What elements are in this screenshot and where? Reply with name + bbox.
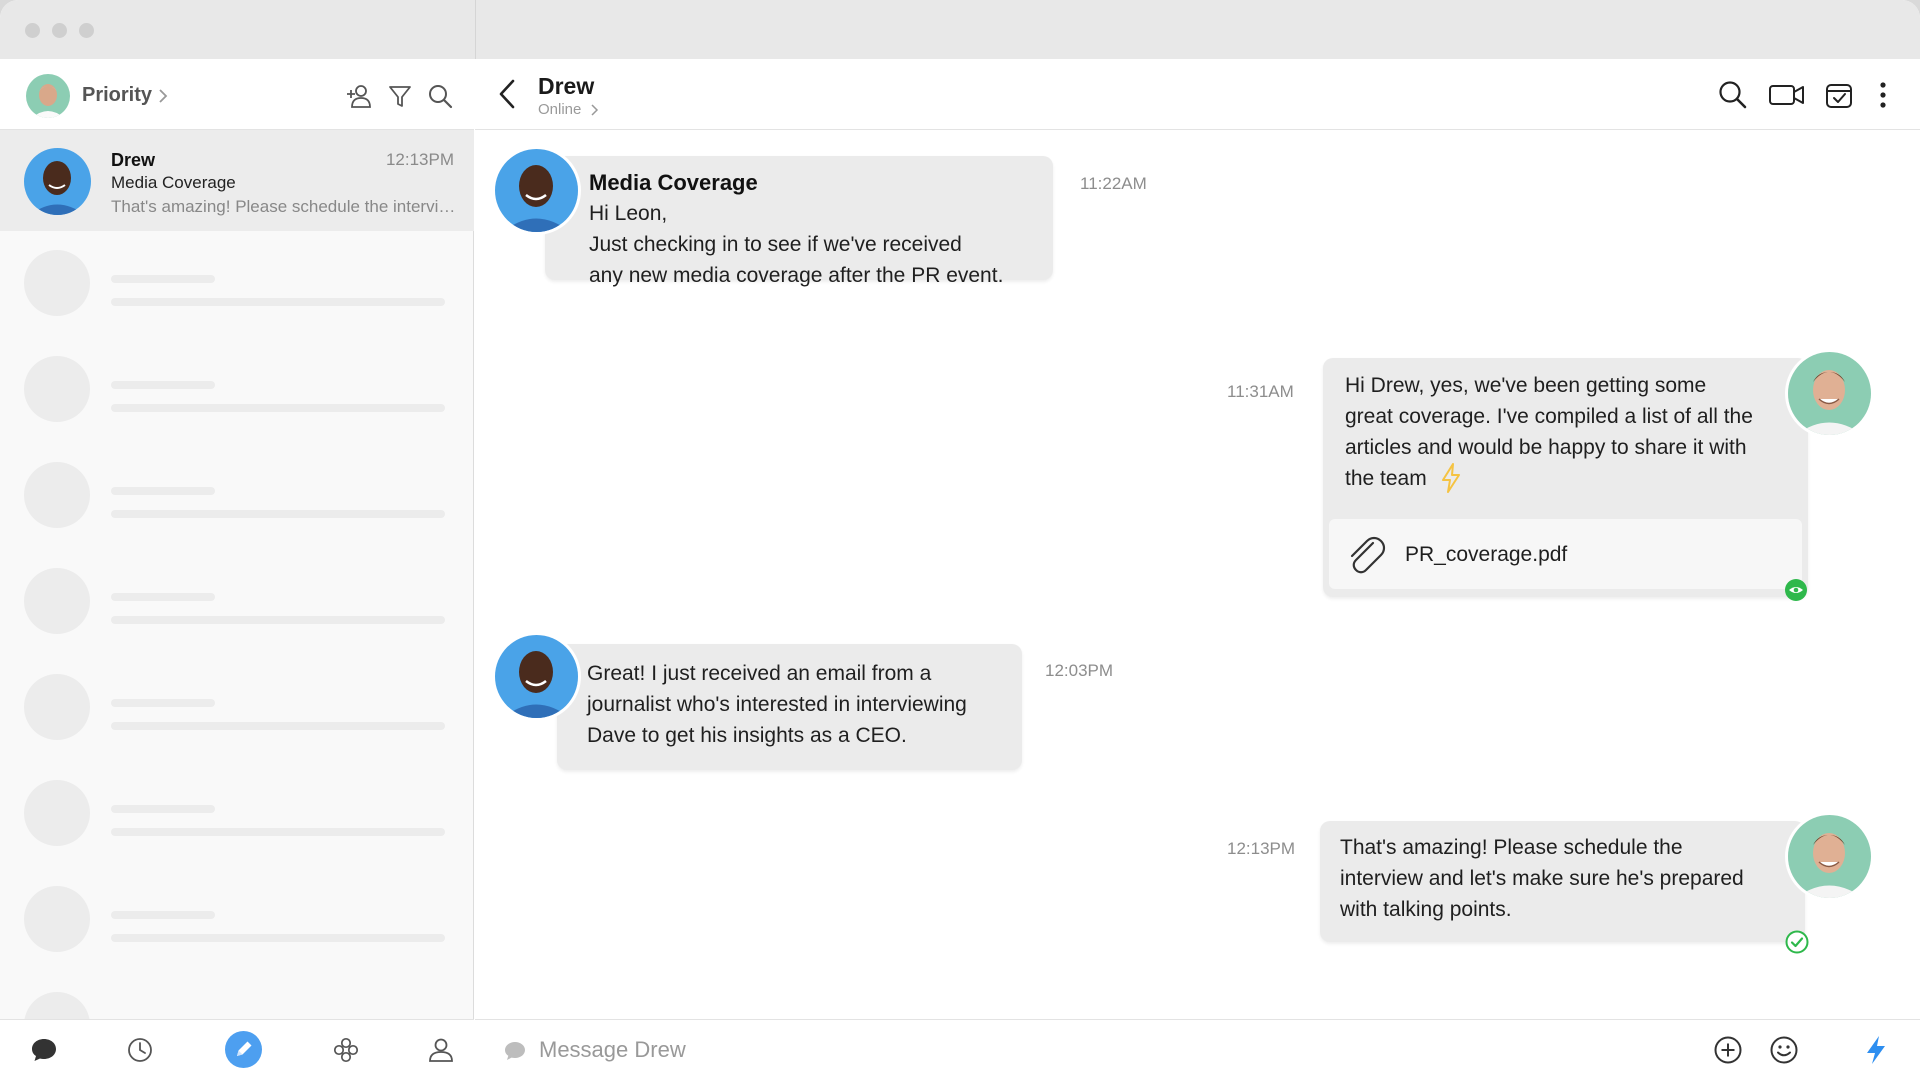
leon-avatar[interactable] (1785, 812, 1874, 901)
filter-icon[interactable] (387, 83, 413, 109)
chat-bubble-icon[interactable] (28, 1034, 60, 1066)
emoji-icon[interactable] (1768, 1034, 1800, 1066)
search-icon[interactable] (427, 83, 453, 109)
conversation-time: 12:13PM (385, 150, 454, 169)
message-line: interview and let's make sure he's prepa… (1340, 867, 1744, 890)
message-bubble-outgoing[interactable]: That's amazing! Please schedule the inte… (1320, 821, 1805, 942)
drew-avatar[interactable] (492, 146, 581, 235)
history-clock-icon[interactable] (124, 1034, 156, 1066)
seen-eye-icon (1785, 579, 1807, 601)
message-line: great coverage. I've compiled a list of … (1345, 405, 1753, 428)
apps-icon[interactable] (330, 1034, 362, 1066)
message-bubble-incoming[interactable]: Great! I just received an email from a j… (557, 644, 1022, 770)
pencil-icon (237, 1041, 252, 1056)
title-bar (0, 0, 1920, 59)
conversation-placeholder (0, 873, 474, 979)
conversation-item-drew[interactable]: Drew 12:13PM Media Coverage That's amazi… (0, 130, 474, 231)
contact-name[interactable]: Drew (538, 73, 594, 100)
chat-bubble-icon (505, 1042, 525, 1060)
add-plus-icon[interactable] (1712, 1034, 1744, 1066)
message-line: any new media coverage after the PR even… (589, 264, 1004, 287)
message-line: Hi Leon, (589, 202, 668, 225)
conversation-placeholder (0, 449, 474, 555)
attachment-filename: PR_coverage.pdf (1405, 543, 1568, 566)
chevron-right-icon[interactable] (589, 104, 599, 116)
message-line: Dave to get his insights as a CEO. (587, 724, 907, 747)
search-icon[interactable] (1717, 79, 1749, 111)
message-list: Media Coverage Hi Leon, Just checking in… (475, 130, 1920, 1019)
message-time: 11:22AM (1080, 174, 1147, 193)
bottom-nav (0, 1019, 474, 1080)
zoom-window-button[interactable] (79, 23, 94, 38)
message-line: journalist who's interested in interview… (587, 693, 967, 716)
message-line: with talking points. (1340, 898, 1512, 921)
delivered-check-icon (1785, 930, 1809, 954)
paperclip-icon (1350, 536, 1386, 574)
chevron-right-icon[interactable] (156, 89, 170, 103)
contacts-icon[interactable] (425, 1034, 457, 1066)
lightning-icon (1441, 463, 1460, 493)
message-line: articles and would be happy to share it … (1345, 436, 1747, 459)
message-subject: Media Coverage (589, 170, 758, 195)
compose-button[interactable] (225, 1031, 262, 1068)
window-controls (25, 23, 94, 38)
more-options-icon[interactable] (1875, 79, 1891, 111)
my-avatar[interactable] (26, 74, 70, 118)
conversation-placeholder (0, 661, 474, 767)
attachment-file[interactable]: PR_coverage.pdf (1329, 519, 1802, 589)
video-call-icon[interactable] (1768, 79, 1806, 111)
close-window-button[interactable] (25, 23, 40, 38)
message-input[interactable] (539, 1033, 1639, 1067)
conversation-placeholder (0, 555, 474, 661)
message-line: Just checking in to see if we've receive… (589, 233, 962, 256)
conversation-placeholder (0, 237, 474, 343)
calendar-check-icon[interactable] (1823, 79, 1855, 111)
contact-status[interactable]: Online (538, 101, 581, 118)
drew-avatar[interactable] (492, 632, 581, 721)
sidebar-title[interactable]: Priority (82, 84, 152, 107)
leon-avatar[interactable] (1785, 349, 1874, 438)
conversation-placeholder (0, 767, 474, 873)
back-arrow-icon[interactable] (495, 77, 519, 111)
conversation-subject: Media Coverage (111, 173, 236, 192)
drew-avatar (24, 148, 91, 215)
conversation-preview: That's amazing! Please schedule the inte… (111, 197, 456, 216)
add-contact-icon[interactable] (346, 83, 372, 109)
minimize-window-button[interactable] (52, 23, 67, 38)
message-time: 12:13PM (1227, 839, 1296, 858)
conversation-sidebar: Priority Drew 12:13PM Media Coverage Tha… (0, 59, 474, 1080)
chat-header: Drew Online (475, 59, 1920, 130)
conversation-placeholder (0, 343, 474, 449)
message-bubble-incoming[interactable]: Media Coverage Hi Leon, Just checking in… (545, 156, 1053, 287)
message-composer (475, 1019, 1920, 1080)
message-line: Great! I just received an email from a (587, 662, 932, 685)
app-window: Priority Drew 12:13PM Media Coverage Tha… (0, 0, 1920, 1080)
message-time: 12:03PM (1045, 661, 1114, 680)
message-time: 11:31AM (1227, 382, 1294, 401)
message-line: Hi Drew, yes, we've been getting some (1345, 374, 1707, 397)
message-bubble-outgoing[interactable]: Hi Drew, yes, we've been getting some gr… (1323, 358, 1808, 597)
quick-reply-lightning-icon[interactable] (1860, 1034, 1892, 1066)
sidebar-header: Priority (0, 59, 474, 130)
conversation-name: Drew (111, 150, 156, 170)
message-line: the team (1345, 467, 1427, 490)
message-line: That's amazing! Please schedule the (1340, 836, 1683, 859)
